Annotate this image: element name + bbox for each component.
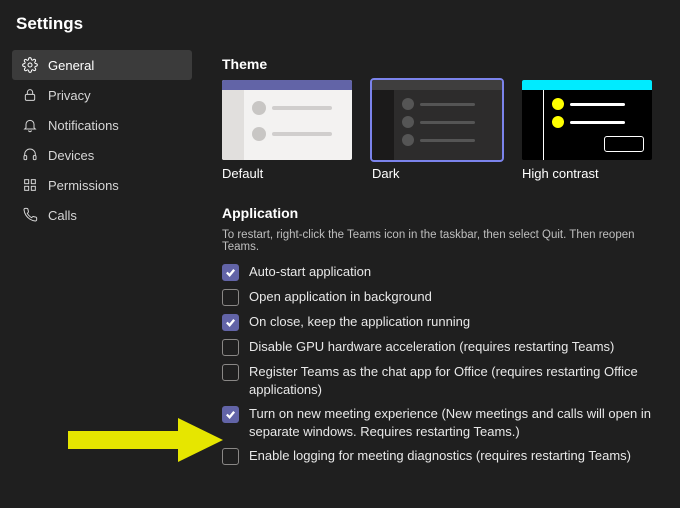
checkbox-label: Disable GPU hardware acceleration (requi… — [249, 338, 614, 356]
phone-icon — [22, 207, 38, 223]
checkbox-icon — [222, 364, 239, 381]
checkbox-icon — [222, 406, 239, 423]
theme-preview-hc — [522, 80, 652, 160]
checkbox-register-chat-app[interactable]: Register Teams as the chat app for Offic… — [222, 363, 662, 398]
sidebar: General Privacy Notifications Devices Pe… — [12, 44, 192, 472]
theme-dark[interactable]: Dark — [372, 80, 502, 181]
checkbox-on-close[interactable]: On close, keep the application running — [222, 313, 662, 331]
checkbox-open-background[interactable]: Open application in background — [222, 288, 662, 306]
sidebar-item-devices[interactable]: Devices — [12, 140, 192, 170]
checkbox-label: Register Teams as the chat app for Offic… — [249, 363, 662, 398]
theme-high-contrast[interactable]: High contrast — [522, 80, 652, 181]
checkbox-label: Enable logging for meeting diagnostics (… — [249, 447, 631, 465]
theme-label: Dark — [372, 166, 502, 181]
sidebar-item-privacy[interactable]: Privacy — [12, 80, 192, 110]
theme-preview-dark — [372, 80, 502, 160]
theme-default[interactable]: Default — [222, 80, 352, 181]
checkbox-label: Turn on new meeting experience (New meet… — [249, 405, 662, 440]
sidebar-item-label: Permissions — [48, 178, 119, 193]
sidebar-item-label: Notifications — [48, 118, 119, 133]
theme-preview-default — [222, 80, 352, 160]
sidebar-item-label: Calls — [48, 208, 77, 223]
checkbox-icon — [222, 264, 239, 281]
sidebar-item-notifications[interactable]: Notifications — [12, 110, 192, 140]
theme-label: Default — [222, 166, 352, 181]
sidebar-item-label: General — [48, 58, 94, 73]
checkbox-enable-logging[interactable]: Enable logging for meeting diagnostics (… — [222, 447, 662, 465]
application-heading: Application — [222, 205, 662, 221]
page-title: Settings — [0, 0, 680, 44]
checkbox-icon — [222, 314, 239, 331]
checkbox-icon — [222, 339, 239, 356]
theme-options: Default Dark High contrast — [222, 80, 662, 181]
sidebar-item-calls[interactable]: Calls — [12, 200, 192, 230]
lock-icon — [22, 87, 38, 103]
bell-icon — [22, 117, 38, 133]
checkbox-new-meeting-experience[interactable]: Turn on new meeting experience (New meet… — [222, 405, 662, 440]
gear-icon — [22, 57, 38, 73]
grid-icon — [22, 177, 38, 193]
sidebar-item-label: Devices — [48, 148, 94, 163]
sidebar-item-permissions[interactable]: Permissions — [12, 170, 192, 200]
main-panel: Theme Default Dark — [192, 44, 668, 472]
theme-label: High contrast — [522, 166, 652, 181]
sidebar-item-general[interactable]: General — [12, 50, 192, 80]
checkbox-icon — [222, 289, 239, 306]
application-helper: To restart, right-click the Teams icon i… — [222, 229, 662, 253]
checkbox-disable-gpu[interactable]: Disable GPU hardware acceleration (requi… — [222, 338, 662, 356]
theme-heading: Theme — [222, 56, 662, 72]
headset-icon — [22, 147, 38, 163]
checkbox-label: Open application in background — [249, 288, 432, 306]
checkbox-autostart[interactable]: Auto-start application — [222, 263, 662, 281]
checkbox-icon — [222, 448, 239, 465]
checkbox-label: Auto-start application — [249, 263, 371, 281]
sidebar-item-label: Privacy — [48, 88, 91, 103]
checkbox-label: On close, keep the application running — [249, 313, 470, 331]
